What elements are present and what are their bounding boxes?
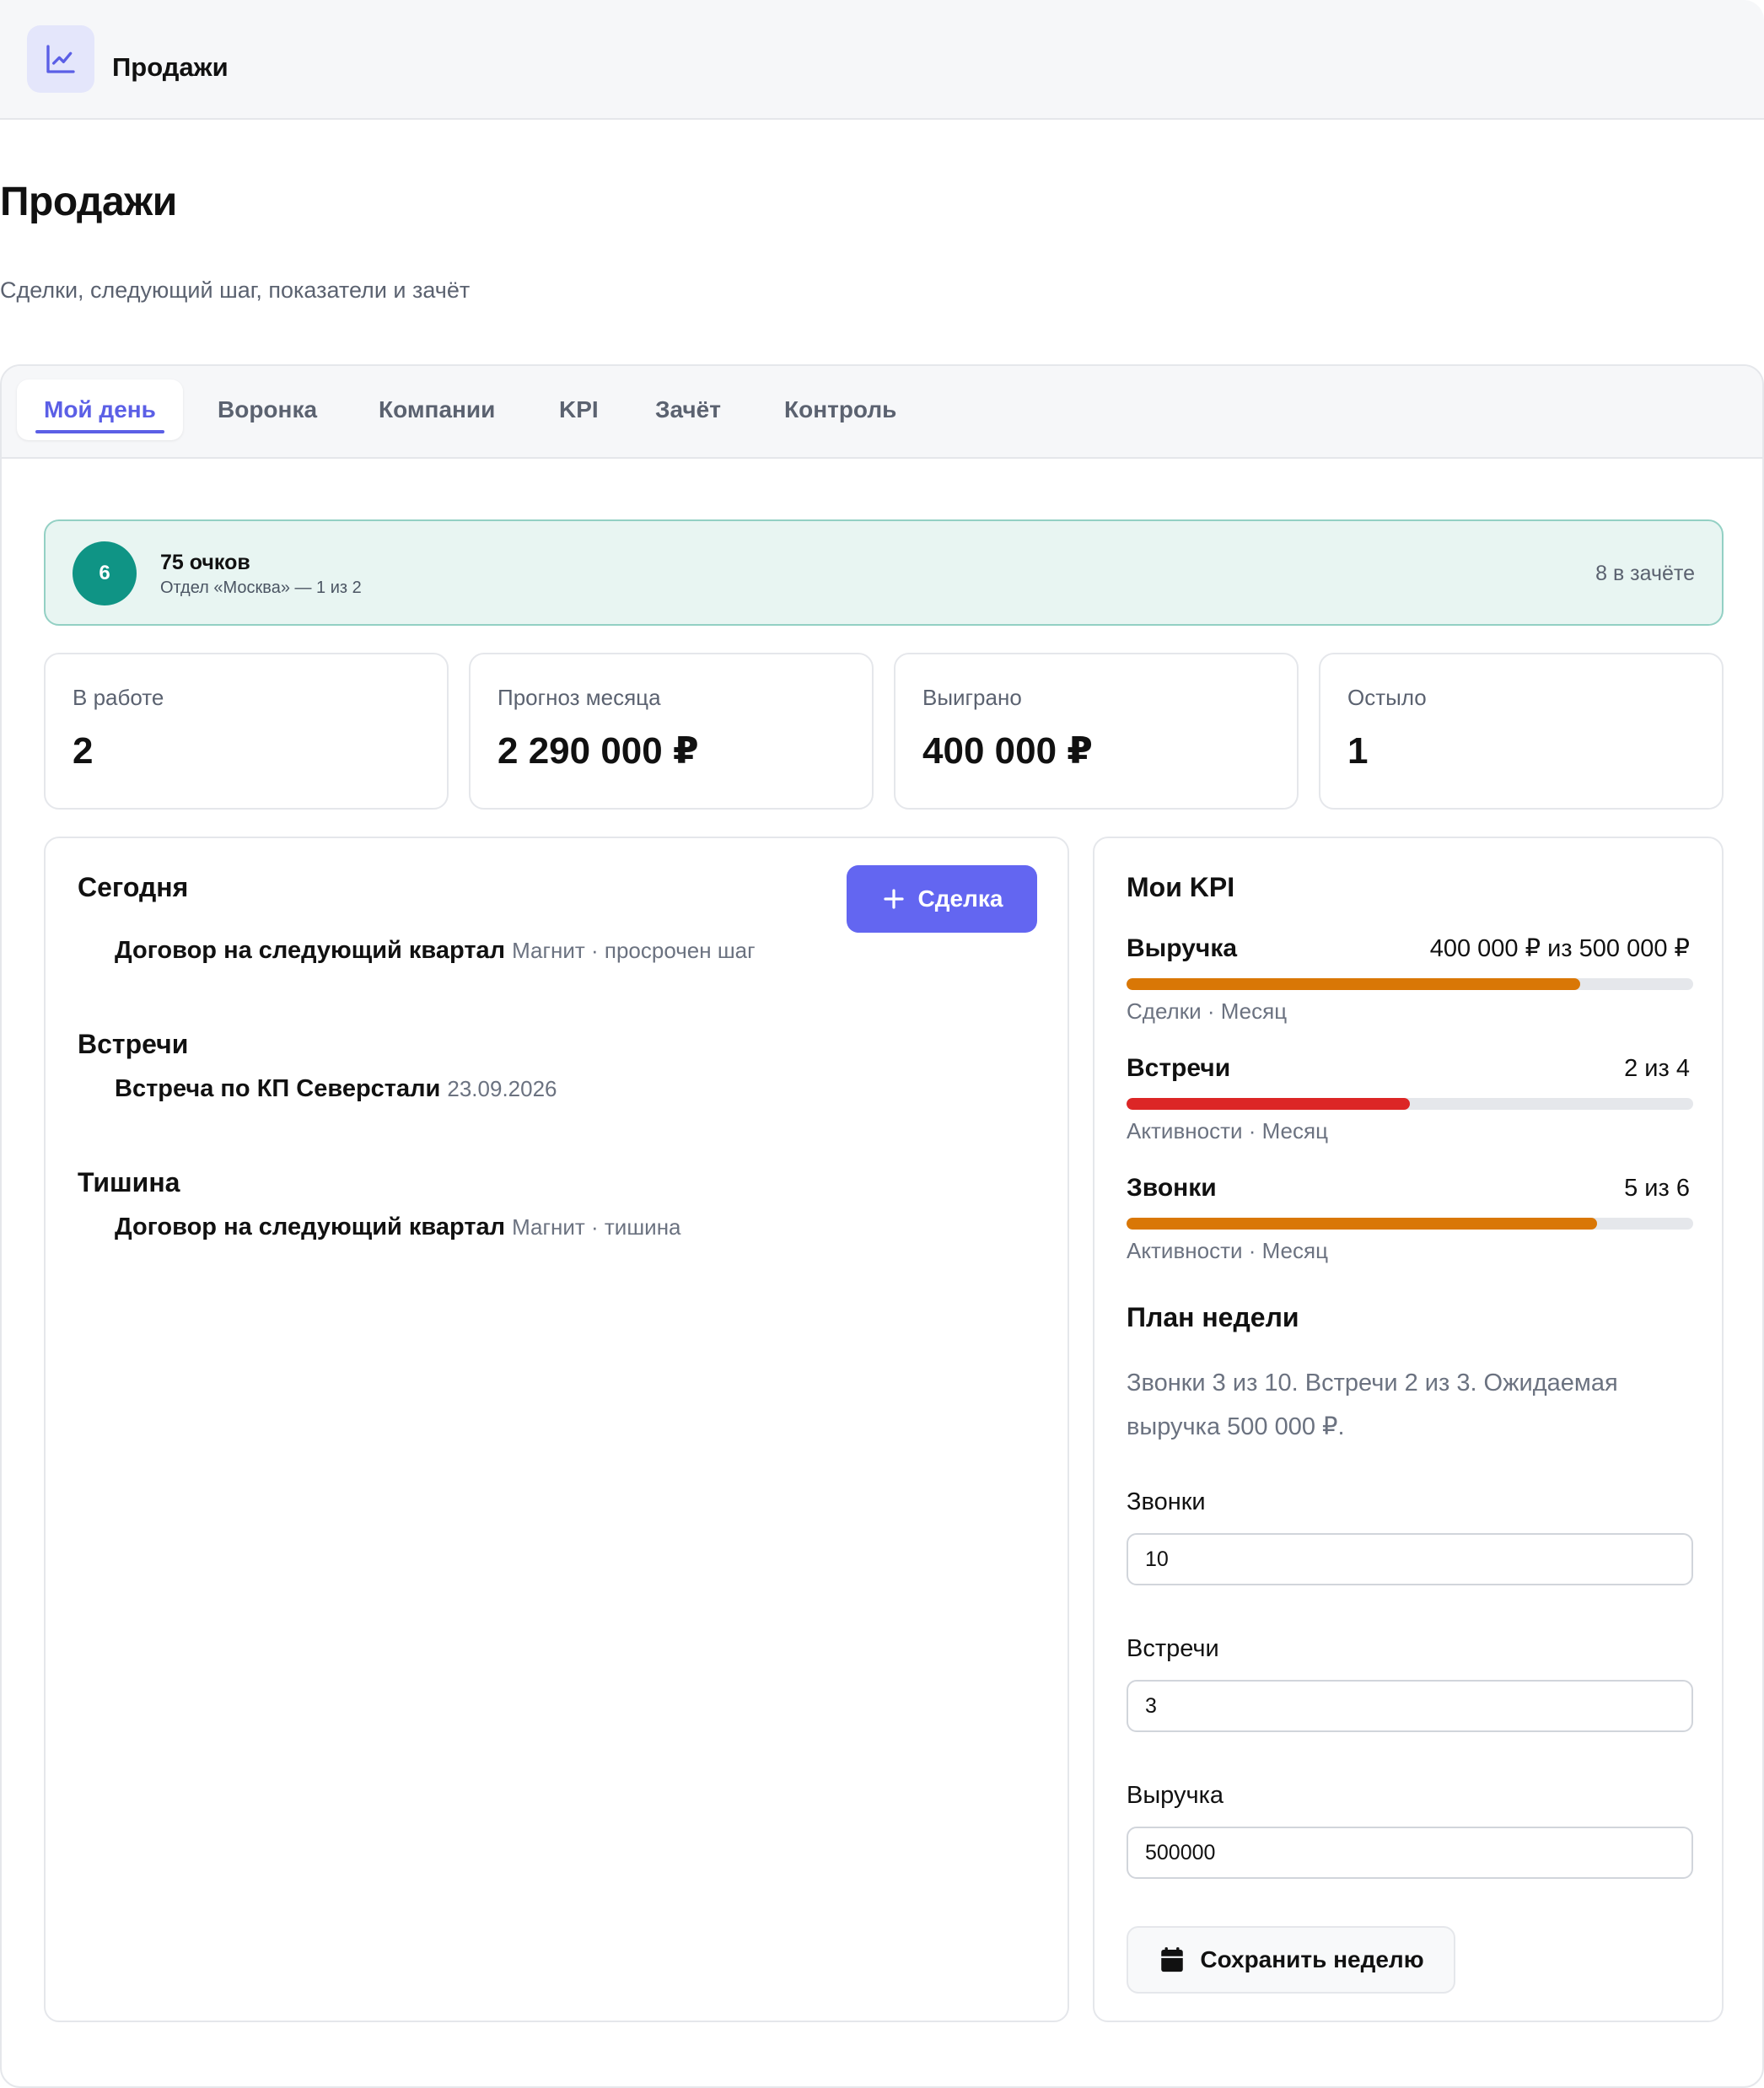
plus-icon [883,889,904,909]
stat-label: Остыло [1347,685,1427,710]
kpi-progress-calls [1127,1218,1693,1230]
kpi-sub-revenue: Сделки · Месяц [1127,998,1288,1024]
stat-label: Прогноз месяца [497,685,661,710]
tab-credit[interactable]: Зачёт [655,379,721,440]
kpi-card: Мои KPI Выручка 400 000 ₽ из 500 000 ₽ С… [1093,837,1724,2022]
stat-label: В работе [73,685,164,710]
page-title: Продажи [0,180,177,224]
stat-card-forecast: Прогноз месяца 2 290 000 ₽ [469,653,874,810]
kpi-name-revenue: Выручка [1127,934,1238,962]
score-points: 75 очков [160,551,250,574]
deal-meta: Магнит · просрочен шаг [512,938,756,963]
kpi-value-meetings: 2 из 4 [1624,1055,1690,1082]
meeting-date: 23.09.2026 [447,1076,557,1101]
week-plan-summary: Звонки 3 из 10. Встречи 2 из 3. Ожидаема… [1127,1370,1618,1440]
stat-value: 2 290 000 ₽ [497,730,699,772]
tab-bar: Мой день Воронка Компании KPI Зачёт Конт… [2,366,1762,459]
kpi-name-meetings: Встречи [1127,1054,1231,1082]
stat-card-in-work: В работе 2 [44,653,449,810]
app-header: Продажи [0,0,1764,120]
score-credit: 8 в зачёте [1595,562,1695,585]
tab-funnel[interactable]: Воронка [218,379,317,440]
stat-label: Выиграно [922,685,1022,710]
stat-value: 400 000 ₽ [922,730,1093,772]
save-week-label: Сохранить неделю [1200,1946,1424,1972]
rank-badge: 6 [73,541,137,605]
app-title: Продажи [112,52,229,82]
kpi-progress-fill [1127,1218,1597,1230]
list-item[interactable]: Встреча по КП Северстали 23.09.2026 [115,1073,557,1105]
stat-card-cooled: Остыло 1 [1319,653,1724,810]
silence-title: Тишина [78,1167,180,1197]
chart-line-icon[interactable] [27,25,94,93]
deal-meta: Магнит · тишина [512,1214,681,1240]
today-card: Сегодня Сделка Договор на следующий квар… [44,837,1069,2022]
calendar-icon [1161,1947,1184,1972]
stat-card-won: Выиграно 400 000 ₽ [894,653,1299,810]
tab-my-day[interactable]: Мой день [17,379,183,440]
score-department: Отдел «Москва» — 1 из 2 [160,579,362,597]
deal-name: Договор на следующий квартал [115,937,506,964]
stat-value: 2 [73,730,94,772]
revenue-field-label: Выручка [1127,1782,1224,1809]
meetings-input[interactable] [1127,1680,1693,1732]
tab-companies[interactable]: Компании [379,379,495,440]
kpi-sub-meetings: Активности · Месяц [1127,1118,1328,1144]
meetings-field-label: Встречи [1127,1635,1219,1662]
save-week-button[interactable]: Сохранить неделю [1127,1926,1455,1994]
revenue-input[interactable] [1127,1827,1693,1879]
kpi-progress-revenue [1127,978,1693,990]
meetings-title: Встречи [78,1029,189,1059]
page-subtitle: Сделки, следующий шаг, показатели и зачё… [0,277,471,303]
kpi-value-calls: 5 из 6 [1624,1175,1690,1202]
deal-name: Договор на следующий квартал [115,1214,506,1240]
kpi-name-calls: Звонки [1127,1174,1217,1202]
calls-field-label: Звонки [1127,1488,1206,1515]
main-panel: Мой день Воронка Компании KPI Зачёт Конт… [0,364,1764,2088]
meeting-name: Встреча по КП Северстали [115,1075,441,1102]
score-banner: 6 75 очков Отдел «Москва» — 1 из 2 8 в з… [44,519,1724,626]
kpi-progress-fill [1127,1098,1410,1110]
stat-value: 1 [1347,730,1369,772]
tab-kpi[interactable]: KPI [559,379,599,440]
kpi-value-revenue: 400 000 ₽ из 500 000 ₽ [1429,935,1690,962]
add-deal-button[interactable]: Сделка [847,865,1037,933]
kpi-title: Мои KPI [1127,872,1235,902]
list-item[interactable]: Договор на следующий квартал Магнит · про… [115,934,756,966]
kpi-sub-calls: Активности · Месяц [1127,1238,1328,1263]
kpi-progress-meetings [1127,1098,1693,1110]
tab-control[interactable]: Контроль [784,379,896,440]
list-item[interactable]: Договор на следующий квартал Магнит · тиш… [115,1211,681,1243]
week-plan-title: План недели [1127,1302,1299,1332]
today-title: Сегодня [78,872,189,902]
add-deal-label: Сделка [917,885,1003,912]
calls-input[interactable] [1127,1533,1693,1585]
kpi-progress-fill [1127,978,1580,990]
